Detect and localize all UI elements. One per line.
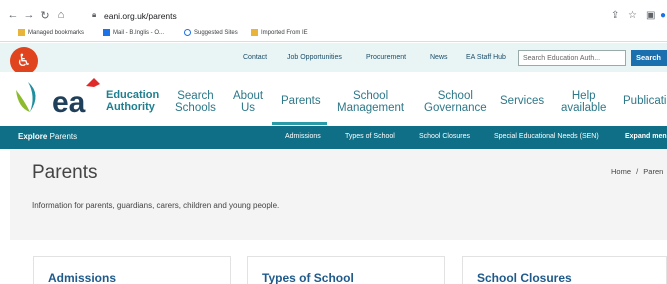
breadcrumb-current: Paren xyxy=(643,167,664,176)
ea-logo-mark: ea Education Authority xyxy=(16,78,159,119)
address-row: ← → ↻ ⌂ 🔒︎ eani.org.uk/parents ⇪ ☆ ▣ ● xyxy=(0,6,667,28)
breadcrumb-home[interactable]: Home xyxy=(611,167,631,176)
subnav-types-of-school[interactable]: Types of School xyxy=(345,133,395,140)
logo-wordmark: ea xyxy=(52,86,86,118)
back-icon[interactable]: ← xyxy=(6,9,20,21)
link-news[interactable]: News xyxy=(430,54,448,61)
nav-parents[interactable]: Parents xyxy=(281,95,321,107)
card-school-closures[interactable]: School Closures xyxy=(462,256,667,284)
site-search-input[interactable]: Search Education Auth... xyxy=(518,50,626,66)
search-icon xyxy=(184,29,191,36)
card-admissions[interactable]: Admissions xyxy=(33,256,231,284)
card-title: Admissions xyxy=(48,271,117,284)
profile-icon[interactable]: ● xyxy=(660,10,666,21)
section-nav: Explore Parents Admissions Types of Scho… xyxy=(0,126,667,149)
explore-label: Explore Parents xyxy=(18,132,78,141)
url-text: eani.org.uk/parents xyxy=(104,11,177,21)
link-job-opportunities[interactable]: Job Opportunities xyxy=(287,54,342,61)
subnav-admissions[interactable]: Admissions xyxy=(285,133,321,140)
link-procurement[interactable]: Procurement xyxy=(366,54,406,61)
logo-line1: Education xyxy=(106,89,159,101)
bookmark-star-icon[interactable]: ☆ xyxy=(628,10,637,21)
bookmark-suggested[interactable]: Suggested Sites xyxy=(184,29,238,36)
link-contact[interactable]: Contact xyxy=(243,54,267,61)
search-button[interactable]: Search xyxy=(631,50,667,66)
address-bar[interactable]: 🔒︎ eani.org.uk/parents xyxy=(86,7,606,27)
subnav-expand-menu[interactable]: Expand men xyxy=(625,133,667,140)
forward-icon[interactable]: → xyxy=(22,9,36,21)
logo-line2: Authority xyxy=(106,101,156,113)
bookmarks-bar: Managed bookmarks Mail - B.Inglis - O...… xyxy=(0,28,667,42)
breadcrumb-separator: / xyxy=(636,167,639,176)
nav-search-schools[interactable]: Search Schools xyxy=(175,90,216,114)
reload-icon[interactable]: ↻ xyxy=(38,9,52,22)
accessibility-icon[interactable]: ♿︎ xyxy=(10,47,38,75)
subnav-school-closures[interactable]: School Closures xyxy=(419,133,470,140)
folder-icon xyxy=(18,29,25,36)
nav-help-available[interactable]: Help available xyxy=(561,90,606,114)
home-icon[interactable]: ⌂ xyxy=(54,9,68,21)
share-icon[interactable]: ⇪ xyxy=(611,10,619,21)
card-title: School Closures xyxy=(477,271,572,284)
page-title: Parents xyxy=(32,162,98,183)
active-nav-indicator xyxy=(272,122,327,125)
bookmark-imported[interactable]: Imported From IE xyxy=(251,29,308,36)
nav-about-us[interactable]: About Us xyxy=(233,90,263,114)
link-staff-hub[interactable]: EA Staff Hub xyxy=(466,54,506,61)
nav-school-management[interactable]: School Management xyxy=(337,90,404,114)
sidebar-icon[interactable]: ▣ xyxy=(646,10,655,21)
card-types-of-school[interactable]: Types of School xyxy=(247,256,445,284)
browser-chrome: ← → ↻ ⌂ 🔒︎ eani.org.uk/parents ⇪ ☆ ▣ ● M… xyxy=(0,0,667,42)
breadcrumb: Home / Paren xyxy=(611,167,663,176)
nav-publications[interactable]: Publicati xyxy=(623,95,666,107)
utility-bar: Contact Job Opportunities Procurement Ne… xyxy=(0,43,667,72)
lock-icon: 🔒︎ xyxy=(92,10,97,19)
folder-icon xyxy=(251,29,258,36)
nav-school-governance[interactable]: School Governance xyxy=(424,90,487,114)
subnav-sen[interactable]: Special Educational Needs (SEN) xyxy=(494,133,599,140)
bookmark-mail[interactable]: Mail - B.Inglis - O... xyxy=(103,29,164,36)
site-header: ea Education Authority Search Schools Abo… xyxy=(0,72,667,125)
ea-logo[interactable]: ea Education Authority xyxy=(14,78,164,119)
page-description: Information for parents, guardians, care… xyxy=(32,201,280,210)
outlook-icon xyxy=(103,29,110,36)
nav-services[interactable]: Services xyxy=(500,95,544,107)
card-title: Types of School xyxy=(262,271,354,284)
bookmark-managed[interactable]: Managed bookmarks xyxy=(18,29,84,36)
page-banner: Parents Information for parents, guardia… xyxy=(10,150,667,240)
